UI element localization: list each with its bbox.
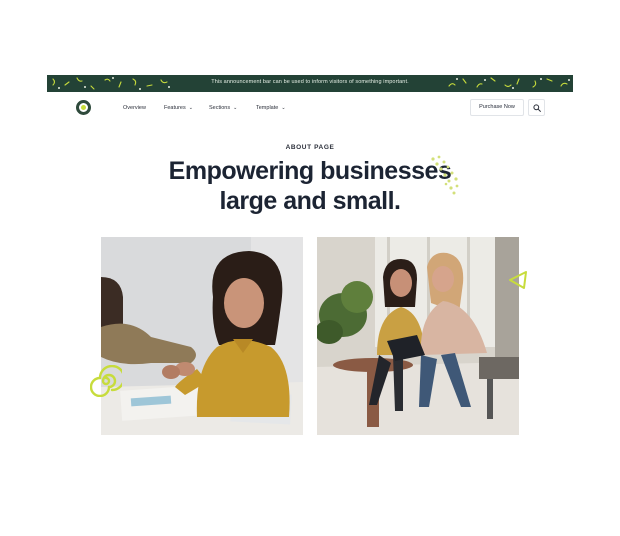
chevron-down-icon: ⌄ — [188, 105, 193, 111]
nav-item-label: Features — [164, 105, 186, 111]
search-button[interactable] — [528, 99, 545, 116]
nav-item-template[interactable]: Template ⌄ — [256, 105, 286, 111]
headline-line-1: Empowering businesses — [168, 157, 452, 185]
chevron-down-icon: ⌄ — [233, 105, 238, 111]
page-frame: This announcement bar can be used to inf… — [47, 75, 573, 445]
meeting-photo — [317, 237, 519, 435]
announcement-bar: This announcement bar can be used to inf… — [47, 75, 573, 92]
nav-item-features[interactable]: Features ⌄ — [164, 105, 193, 111]
search-icon — [533, 104, 541, 112]
eyebrow-label: ABOUT PAGE — [285, 144, 335, 151]
chevron-down-icon: ⌄ — [281, 105, 286, 111]
top-navigation: Overview Features ⌄ Sections ⌄ Template ⌄ P… — [47, 92, 573, 124]
announcement-text: This announcement bar can be used to inf… — [211, 79, 409, 85]
handshake-photo — [101, 237, 303, 435]
decorative-dots — [431, 155, 459, 195]
purchase-now-button[interactable]: Purchase Now — [470, 99, 524, 116]
site-logo[interactable] — [76, 100, 91, 115]
nav-item-sections[interactable]: Sections ⌄ — [209, 105, 237, 111]
nav-item-overview[interactable]: Overview — [123, 105, 146, 111]
page-title: Empowering businesses large and small. — [47, 156, 573, 216]
nav-item-label: Overview — [123, 105, 146, 111]
spiral-decoration-icon — [90, 365, 122, 397]
triangle-decoration-icon — [509, 271, 527, 289]
nav-item-label: Template — [256, 105, 279, 111]
headline-line-2: large and small. — [219, 187, 401, 215]
nav-item-label: Sections — [209, 105, 231, 111]
